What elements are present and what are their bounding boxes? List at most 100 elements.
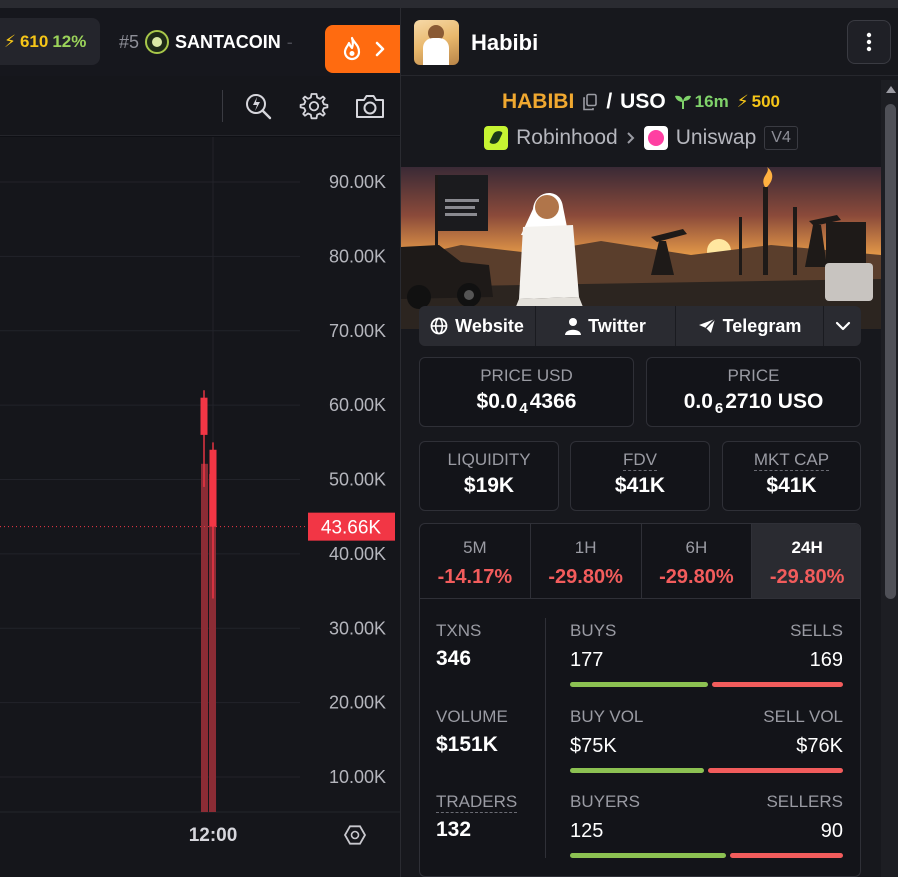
gear-icon (299, 93, 329, 120)
fdv-value: $41K (614, 474, 666, 497)
y-axis-tick-label: 80.00K (329, 246, 386, 266)
x-axis-tick-label: 12:00 (189, 825, 238, 846)
chart-settings-button[interactable] (298, 90, 330, 122)
dex-version-badge: V4 (764, 126, 798, 150)
scrollbar-thumb[interactable] (885, 104, 896, 599)
market-cap-label: MKT CAP (753, 450, 830, 471)
tab-24h[interactable]: 24H -29.80% (752, 524, 860, 598)
zap-search-icon (246, 94, 272, 120)
buys-value: 177 (570, 649, 604, 671)
fire-icon (343, 36, 360, 61)
change-24h: -29.80% (769, 566, 845, 588)
y-axis-tick-label: 70.00K (329, 321, 386, 341)
tab-6h[interactable]: 6H -29.80% (642, 524, 753, 598)
tab-1h[interactable]: 1H -29.80% (531, 524, 642, 598)
boost-count[interactable]: ⚡ 500 (737, 92, 780, 112)
banner-illustration (401, 167, 881, 329)
sellers-value: 90 (820, 820, 843, 842)
price-native-value: 0.0 62710 USO (683, 390, 824, 417)
buy-sell-volume-split: BUY VOL SELL VOL $75K $76K (570, 707, 843, 773)
fdv-label: FDV (623, 450, 657, 471)
hot-pairs-button[interactable] (325, 25, 400, 73)
sprout-icon (674, 95, 691, 109)
santacoin-logo-icon (145, 30, 170, 54)
buyers-value: 125 (570, 820, 604, 842)
candle-body (200, 397, 208, 435)
price-usd-card: PRICE USD $0.0 44366 (419, 357, 634, 427)
camera-icon (356, 95, 384, 118)
telegram-link[interactable]: Telegram (676, 306, 824, 346)
volume-bar (201, 463, 208, 812)
liquidity-card: LIQUIDITY $19K (419, 441, 559, 511)
boost-count-value: 500 (751, 92, 781, 111)
trending-item-santacoin[interactable]: #5 SANTACOIN - (119, 30, 293, 54)
tab-5m[interactable]: 5M -14.17% (420, 524, 531, 598)
y-axis-tick-label: 60.00K (329, 395, 386, 415)
more-options-button[interactable] (847, 20, 891, 64)
pair-header: HABIBI / USO 16m ⚡ 500 (401, 90, 881, 114)
website-label: Website (455, 315, 524, 336)
website-link[interactable]: Website (419, 306, 536, 346)
change-1h: -29.80% (548, 566, 623, 588)
indicator-search-button[interactable] (242, 90, 274, 122)
chevron-down-icon (835, 321, 850, 331)
pair-separator: / (606, 90, 613, 113)
twitter-label: Twitter (588, 315, 646, 336)
dex-name[interactable]: Uniswap (676, 126, 757, 150)
price-usd-value: $0.0 44366 (476, 390, 577, 417)
sells-value: 169 (809, 649, 843, 671)
volume-value: $151K (436, 733, 498, 756)
user-icon (565, 318, 582, 335)
base-symbol: HABIBI (501, 90, 575, 113)
price-chart[interactable]: 90.00K 80.00K 70.00K 60.00K 50.00K 40.00K 30.0… (0, 137, 400, 877)
telegram-label: Telegram (722, 315, 802, 336)
pair-age-value: 16m (694, 92, 729, 111)
chain-dex-breadcrumb: Robinhood Uniswap V4 (401, 126, 881, 150)
trending-boost-value: 610 (19, 31, 49, 51)
trending-trail: - (286, 31, 293, 52)
candle-body (209, 449, 217, 527)
trending-rank: #5 (119, 31, 140, 52)
fdv-card[interactable]: FDV $41K (570, 441, 710, 511)
scroll-up-arrow-icon[interactable] (886, 86, 896, 93)
buyers-sellers-split: BUYERS SELLERS 125 90 (570, 792, 843, 858)
y-axis-tick-label: 20.00K (329, 693, 386, 713)
txns-value: 346 (436, 647, 472, 670)
pair-age: 16m (674, 92, 729, 112)
uniswap-logo-icon (643, 126, 668, 150)
price-native-label: PRICE (727, 366, 780, 385)
copy-icon[interactable] (582, 93, 598, 111)
y-axis-tick-label: 10.00K (329, 767, 386, 787)
price-native-card: PRICE 0.0 62710 USO (646, 357, 861, 427)
buys-sells-split: BUYS SELLS 177 169 (570, 621, 843, 687)
axis-settings-hexagon-icon-center (350, 830, 360, 840)
y-axis-tick-label: 50.00K (329, 470, 386, 490)
price-chart-svg: 90.00K 80.00K 70.00K 60.00K 50.00K 40.00K 30.0… (0, 137, 400, 846)
market-cap-card[interactable]: MKT CAP $41K (722, 441, 861, 511)
timeframe-stats: 5M -14.17% 1H -29.80% 6H -29.80% 24H -29… (419, 523, 861, 877)
current-price-label: 43.66K (321, 518, 382, 539)
buys-sells-bar (570, 682, 843, 687)
trending-change: 12% (52, 31, 87, 51)
social-links: Website Twitter Telegram (419, 306, 861, 346)
y-axis-tick-label: 40.00K (329, 544, 386, 564)
volume-stat: VOLUME $151K (436, 707, 508, 756)
chain-name[interactable]: Robinhood (516, 126, 618, 150)
change-6h: -29.80% (659, 566, 734, 588)
price-usd-label: PRICE USD (480, 366, 573, 385)
traders-stat[interactable]: TRADERS 132 (436, 792, 518, 842)
screenshot-button[interactable] (354, 90, 386, 122)
token-banner-image (401, 167, 881, 329)
panel-scrollbar[interactable] (881, 80, 898, 877)
buy-volume-value: $75K (570, 735, 617, 757)
more-links-button[interactable] (824, 306, 861, 346)
y-axis-tick-label: 30.00K (329, 618, 386, 638)
liquidity-value: $19K (463, 474, 515, 497)
market-cap-value: $41K (766, 474, 817, 497)
bolt-icon: ⚡ (736, 92, 749, 111)
buy-sell-volume-bar (570, 768, 843, 773)
robinhood-logo-icon (484, 126, 509, 150)
twitter-link[interactable]: Twitter (536, 306, 676, 346)
trending-item-previous[interactable]: ⚡ 610 12% (0, 18, 100, 65)
trending-bar: ⚡ 610 12% #5 SANTACOIN - (0, 8, 400, 76)
